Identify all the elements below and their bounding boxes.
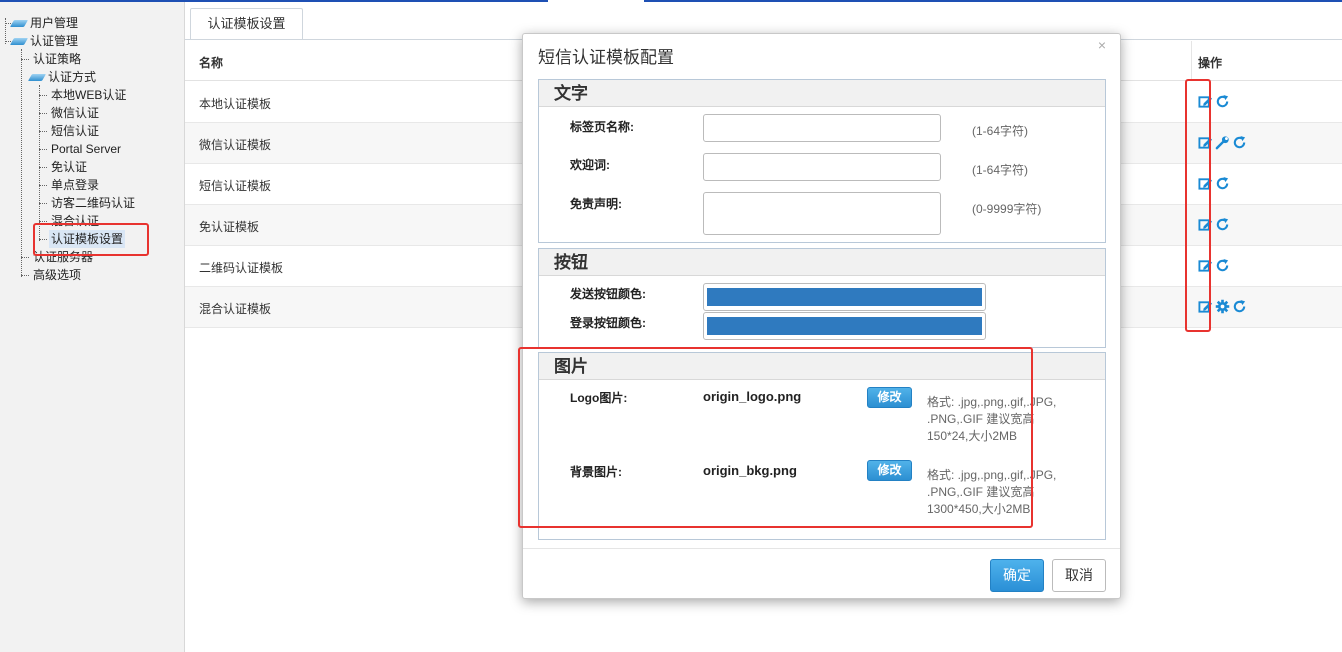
dialog-title: 短信认证模板配置 [538,48,674,67]
logo-image-label: Logo图片: [570,391,628,405]
sidebar-item-label: 高级选项 [33,268,82,282]
close-icon[interactable]: × [1098,37,1106,53]
sidebar-item-label: 混合认证 [51,214,100,228]
login-color-picker[interactable] [703,312,986,340]
refresh-icon[interactable] [1215,176,1230,191]
edit-icon[interactable] [1198,135,1213,150]
sidebar-item-label: 微信认证 [51,106,100,120]
image-section-title: 图片 [539,353,1105,380]
welcome-hint: (1-64字符) [972,163,1029,177]
sidebar-item-label: 短信认证 [51,124,100,138]
sidebar-item-label: 用户管理 [30,16,79,30]
sidebar-item[interactable]: Portal Server [39,140,123,158]
row-actions [1198,135,1247,151]
sidebar-item-label: 单点登录 [51,178,100,192]
sidebar-item[interactable]: 认证服务器 [21,248,95,266]
template-name: 短信认证模板 [199,179,272,193]
disclaimer-label: 免责声明: [570,197,622,211]
sidebar-item[interactable]: 访客二维码认证 [39,194,137,212]
bg-image-label: 背景图片: [570,465,622,479]
disclaimer-hint: (0-9999字符) [972,202,1042,216]
sidebar-item-label: 本地WEB认证 [51,88,127,102]
send-color-picker[interactable] [703,283,986,311]
edit-icon[interactable] [1198,94,1213,109]
sidebar-item-label: 认证策略 [33,52,82,66]
sidebar-item[interactable]: 认证方式 [30,68,98,86]
template-name: 混合认证模板 [199,302,272,316]
row-actions [1198,217,1230,233]
logo-filename: origin_logo.png [703,389,802,404]
edit-icon[interactable] [1198,299,1213,314]
sidebar-item[interactable]: 混合认证 [39,212,101,230]
sidebar-item[interactable]: 高级选项 [21,266,83,284]
sidebar-item[interactable]: 微信认证 [39,104,101,122]
sidebar-item[interactable]: 单点登录 [39,176,101,194]
button-section-title: 按钮 [539,249,1105,276]
folder-icon [12,18,26,28]
sidebar-item[interactable]: 用户管理 [12,14,80,32]
welcome-label: 欢迎词: [570,158,610,172]
bg-filename: origin_bkg.png [703,463,797,478]
tab-name-label: 标签页名称: [570,120,634,134]
edit-icon[interactable] [1198,176,1213,191]
logo-modify-button[interactable]: 修改 [867,387,912,408]
confirm-button[interactable]: 确定 [990,559,1044,592]
edit-icon[interactable] [1198,258,1213,273]
sidebar-item-label: 访客二维码认证 [51,196,136,210]
image-section: 图片 Logo图片: origin_logo.png 修改 格式: .jpg,.… [538,352,1106,540]
template-name: 微信认证模板 [199,138,272,152]
row-actions [1198,94,1230,110]
text-section-title: 文字 [539,80,1105,107]
refresh-icon[interactable] [1215,94,1230,109]
button-section: 按钮 发送按钮颜色: 登录按钮颜色: [538,248,1106,348]
refresh-icon[interactable] [1215,258,1230,273]
folder-icon [30,72,44,82]
cancel-button[interactable]: 取消 [1052,559,1106,592]
template-name: 本地认证模板 [199,97,272,111]
edit-icon[interactable] [1198,217,1213,232]
sidebar-item-label: 认证服务器 [33,250,94,264]
text-section: 文字 标签页名称: (1-64字符) 欢迎词: (1-64字符) 免责声明: (… [538,79,1106,243]
disclaimer-textarea[interactable] [703,192,941,235]
row-actions [1198,299,1247,315]
login-color-label: 登录按钮颜色: [570,316,646,330]
sidebar-item[interactable]: 短信认证 [39,122,101,140]
sidebar-item[interactable]: 认证策略 [21,50,83,68]
sms-template-dialog: 短信认证模板配置 × 文字 标签页名称: (1-64字符) 欢迎词: (1-64… [522,33,1121,599]
row-actions [1198,258,1230,274]
send-color-label: 发送按钮颜色: [570,287,646,301]
refresh-icon[interactable] [1215,217,1230,232]
sidebar-tree: 用户管理认证管理认证策略认证方式本地WEB认证 微信认证短信认证 Portal Se… [0,2,185,652]
gear-icon[interactable] [1215,299,1230,314]
tab-template-settings[interactable]: 认证模板设置 [190,8,303,39]
bg-format-hint: 格式: .jpg,.png,.gif,.JPG, .PNG,.GIF 建议宽高 … [927,468,1057,516]
sidebar-item[interactable]: 认证模板设置 [39,230,126,248]
logo-format-hint: 格式: .jpg,.png,.gif,.JPG, .PNG,.GIF 建议宽高 … [927,395,1057,443]
sidebar-item[interactable]: 本地WEB认证 [39,86,128,104]
sidebar-item-label: 认证管理 [30,34,79,48]
col-ops-header: 操作 [1198,56,1223,70]
sidebar-item[interactable]: 认证管理 [12,32,80,50]
tab-name-hint: (1-64字符) [972,124,1029,138]
sidebar-item-label: 认证方式 [48,70,97,84]
sidebar-item-label: Portal Server [51,142,122,156]
wrench-icon[interactable] [1215,135,1230,150]
row-actions [1198,176,1230,192]
sidebar-item-label: 认证模板设置 [49,230,126,248]
template-name: 二维码认证模板 [199,261,284,275]
folder-icon [12,36,26,46]
refresh-icon[interactable] [1232,135,1247,150]
refresh-icon[interactable] [1232,299,1247,314]
welcome-input[interactable] [703,153,941,181]
sidebar-item[interactable]: 免认证 [39,158,89,176]
col-name-header: 名称 [199,56,224,70]
sidebar-item-label: 免认证 [51,160,88,174]
template-name: 免认证模板 [199,220,260,234]
tab-name-input[interactable] [703,114,941,142]
bg-modify-button[interactable]: 修改 [867,460,912,481]
